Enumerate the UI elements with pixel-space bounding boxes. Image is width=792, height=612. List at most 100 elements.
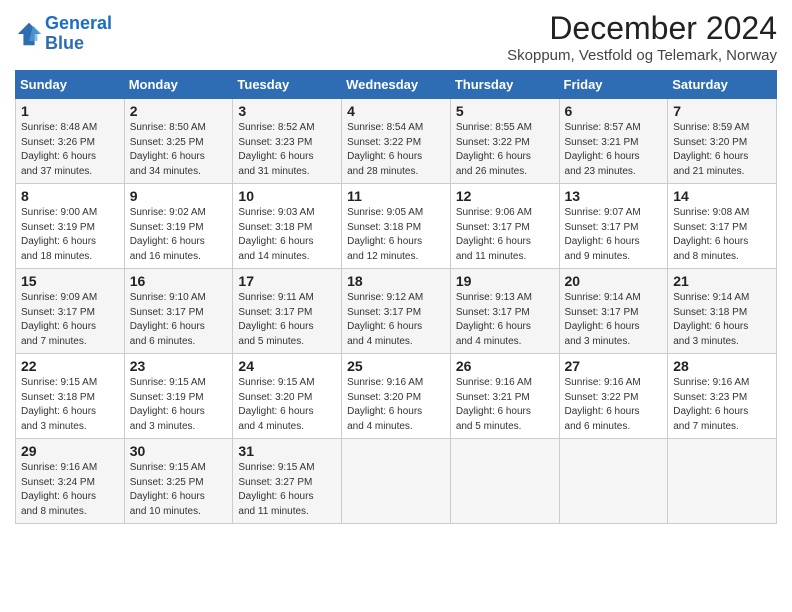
day-info: Sunrise: 9:06 AM Sunset: 3:17 PM Dayligh… — [456, 206, 554, 264]
calendar-cell: 29 Sunrise: 9:16 AM Sunset: 3:24 PM Dayli… — [16, 439, 125, 524]
calendar-cell: 1 Sunrise: 8:48 AM Sunset: 3:26 PM Daylig… — [16, 99, 125, 184]
day-info: Sunrise: 9:16 AM Sunset: 3:23 PM Dayligh… — [673, 376, 771, 434]
calendar-cell: 16 Sunrise: 9:10 AM Sunset: 3:17 PM Dayli… — [124, 269, 233, 354]
dow-header: Saturday — [668, 71, 777, 99]
calendar-cell — [559, 439, 668, 524]
calendar-cell: 22 Sunrise: 9:15 AM Sunset: 3:18 PM Dayli… — [16, 354, 125, 439]
day-number: 5 — [456, 103, 554, 119]
day-info: Sunrise: 9:05 AM Sunset: 3:18 PM Dayligh… — [347, 206, 445, 264]
calendar-cell: 9Sunrise: 9:02 AM Sunset: 3:19 PM Daylig… — [124, 184, 233, 269]
day-info: Sunrise: 9:07 AM Sunset: 3:17 PM Dayligh… — [565, 206, 663, 264]
day-info: Sunrise: 8:57 AM Sunset: 3:21 PM Dayligh… — [565, 121, 663, 179]
day-info: Sunrise: 9:15 AM Sunset: 3:20 PM Dayligh… — [238, 376, 336, 434]
day-number: 18 — [347, 273, 445, 289]
day-info: Sunrise: 9:09 AM Sunset: 3:17 PM Dayligh… — [21, 291, 119, 349]
calendar-table: SundayMondayTuesdayWednesdayThursdayFrid… — [15, 70, 777, 524]
day-info: Sunrise: 9:15 AM Sunset: 3:18 PM Dayligh… — [21, 376, 119, 434]
calendar-week-row: 15 Sunrise: 9:09 AM Sunset: 3:17 PM Dayli… — [16, 269, 777, 354]
calendar-cell: 19 Sunrise: 9:13 AM Sunset: 3:17 PM Dayli… — [450, 269, 559, 354]
calendar-week-row: 1 Sunrise: 8:48 AM Sunset: 3:26 PM Daylig… — [16, 99, 777, 184]
day-number: 7 — [673, 103, 771, 119]
day-number: 9 — [130, 188, 228, 204]
day-number: 26 — [456, 358, 554, 374]
calendar-cell — [342, 439, 451, 524]
calendar-cell: 31 Sunrise: 9:15 AM Sunset: 3:27 PM Dayli… — [233, 439, 342, 524]
dow-header: Thursday — [450, 71, 559, 99]
calendar-cell: 4 Sunrise: 8:54 AM Sunset: 3:22 PM Daylig… — [342, 99, 451, 184]
day-number: 4 — [347, 103, 445, 119]
day-number: 12 — [456, 188, 554, 204]
day-info: Sunrise: 9:16 AM Sunset: 3:24 PM Dayligh… — [21, 461, 119, 519]
day-number: 14 — [673, 188, 771, 204]
calendar-cell: 3 Sunrise: 8:52 AM Sunset: 3:23 PM Daylig… — [233, 99, 342, 184]
dow-header: Friday — [559, 71, 668, 99]
day-number: 24 — [238, 358, 336, 374]
day-number: 19 — [456, 273, 554, 289]
day-number: 27 — [565, 358, 663, 374]
calendar-cell: 8 Sunrise: 9:00 AM Sunset: 3:19 PM Daylig… — [16, 184, 125, 269]
calendar-cell — [668, 439, 777, 524]
day-number: 22 — [21, 358, 119, 374]
calendar-cell: 20Sunrise: 9:14 AM Sunset: 3:17 PM Dayli… — [559, 269, 668, 354]
calendar-cell: 17 Sunrise: 9:11 AM Sunset: 3:17 PM Dayli… — [233, 269, 342, 354]
day-number: 10 — [238, 188, 336, 204]
day-info: Sunrise: 8:55 AM Sunset: 3:22 PM Dayligh… — [456, 121, 554, 179]
calendar-cell: 18Sunrise: 9:12 AM Sunset: 3:17 PM Dayli… — [342, 269, 451, 354]
day-number: 31 — [238, 443, 336, 459]
calendar-cell: 12 Sunrise: 9:06 AM Sunset: 3:17 PM Dayli… — [450, 184, 559, 269]
calendar-cell: 27 Sunrise: 9:16 AM Sunset: 3:22 PM Dayli… — [559, 354, 668, 439]
calendar-cell: 26 Sunrise: 9:16 AM Sunset: 3:21 PM Dayli… — [450, 354, 559, 439]
day-info: Sunrise: 9:00 AM Sunset: 3:19 PM Dayligh… — [21, 206, 119, 264]
day-number: 1 — [21, 103, 119, 119]
day-info: Sunrise: 9:13 AM Sunset: 3:17 PM Dayligh… — [456, 291, 554, 349]
day-number: 28 — [673, 358, 771, 374]
day-info: Sunrise: 8:52 AM Sunset: 3:23 PM Dayligh… — [238, 121, 336, 179]
calendar-cell: 6Sunrise: 8:57 AM Sunset: 3:21 PM Daylig… — [559, 99, 668, 184]
location-title: Skoppum, Vestfold og Telemark, Norway — [507, 47, 777, 64]
dow-header: Tuesday — [233, 71, 342, 99]
calendar-cell: 21Sunrise: 9:14 AM Sunset: 3:18 PM Dayli… — [668, 269, 777, 354]
calendar-cell: 11Sunrise: 9:05 AM Sunset: 3:18 PM Dayli… — [342, 184, 451, 269]
calendar-cell: 23Sunrise: 9:15 AM Sunset: 3:19 PM Dayli… — [124, 354, 233, 439]
calendar-cell — [450, 439, 559, 524]
calendar-cell: 24 Sunrise: 9:15 AM Sunset: 3:20 PM Dayli… — [233, 354, 342, 439]
calendar-cell: 2Sunrise: 8:50 AM Sunset: 3:25 PM Daylig… — [124, 99, 233, 184]
day-info: Sunrise: 9:16 AM Sunset: 3:21 PM Dayligh… — [456, 376, 554, 434]
logo-icon — [15, 20, 43, 48]
day-info: Sunrise: 9:15 AM Sunset: 3:25 PM Dayligh… — [130, 461, 228, 519]
logo-name: GeneralBlue — [45, 14, 112, 54]
calendar-cell: 15 Sunrise: 9:09 AM Sunset: 3:17 PM Dayli… — [16, 269, 125, 354]
calendar-cell: 5 Sunrise: 8:55 AM Sunset: 3:22 PM Daylig… — [450, 99, 559, 184]
days-of-week-row: SundayMondayTuesdayWednesdayThursdayFrid… — [16, 71, 777, 99]
day-number: 20 — [565, 273, 663, 289]
day-number: 29 — [21, 443, 119, 459]
day-number: 8 — [21, 188, 119, 204]
day-number: 17 — [238, 273, 336, 289]
day-info: Sunrise: 9:16 AM Sunset: 3:22 PM Dayligh… — [565, 376, 663, 434]
day-info: Sunrise: 9:11 AM Sunset: 3:17 PM Dayligh… — [238, 291, 336, 349]
day-number: 15 — [21, 273, 119, 289]
calendar-cell: 30 Sunrise: 9:15 AM Sunset: 3:25 PM Dayli… — [124, 439, 233, 524]
day-number: 13 — [565, 188, 663, 204]
calendar-cell: 13 Sunrise: 9:07 AM Sunset: 3:17 PM Dayli… — [559, 184, 668, 269]
day-info: Sunrise: 9:08 AM Sunset: 3:17 PM Dayligh… — [673, 206, 771, 264]
calendar-cell: 28 Sunrise: 9:16 AM Sunset: 3:23 PM Dayli… — [668, 354, 777, 439]
day-info: Sunrise: 8:48 AM Sunset: 3:26 PM Dayligh… — [21, 121, 119, 179]
calendar-week-row: 29 Sunrise: 9:16 AM Sunset: 3:24 PM Dayli… — [16, 439, 777, 524]
day-number: 21 — [673, 273, 771, 289]
logo: GeneralBlue — [15, 14, 112, 54]
day-info: Sunrise: 9:10 AM Sunset: 3:17 PM Dayligh… — [130, 291, 228, 349]
day-number: 30 — [130, 443, 228, 459]
dow-header: Wednesday — [342, 71, 451, 99]
day-info: Sunrise: 8:54 AM Sunset: 3:22 PM Dayligh… — [347, 121, 445, 179]
dow-header: Monday — [124, 71, 233, 99]
day-info: Sunrise: 8:59 AM Sunset: 3:20 PM Dayligh… — [673, 121, 771, 179]
day-number: 16 — [130, 273, 228, 289]
day-number: 3 — [238, 103, 336, 119]
header: GeneralBlue December 2024 Skoppum, Vestf… — [15, 10, 777, 64]
day-number: 23 — [130, 358, 228, 374]
month-title: December 2024 — [507, 10, 777, 47]
day-info: Sunrise: 9:15 AM Sunset: 3:27 PM Dayligh… — [238, 461, 336, 519]
calendar-cell: 25Sunrise: 9:16 AM Sunset: 3:20 PM Dayli… — [342, 354, 451, 439]
title-area: December 2024 Skoppum, Vestfold og Telem… — [507, 10, 777, 64]
